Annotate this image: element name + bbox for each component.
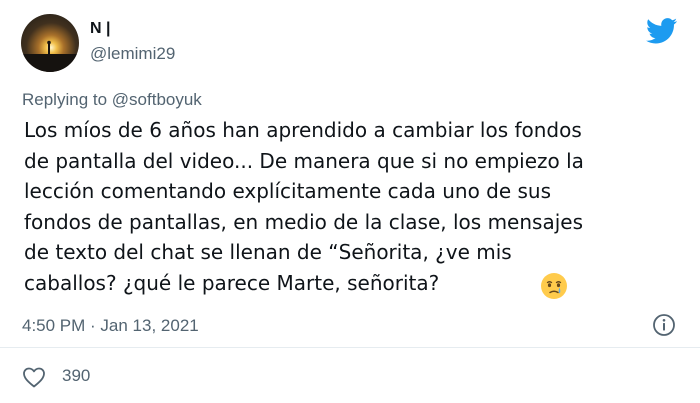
- info-icon[interactable]: [652, 313, 676, 337]
- divider: [0, 347, 700, 348]
- tweet-text-line: fondos de pantallas, en medio de la clas…: [24, 209, 583, 234]
- reply-mention-link[interactable]: @softboyuk: [112, 90, 202, 109]
- tweet-text-line: caballos? ¿qué le parece Marte, señorita…: [24, 270, 440, 295]
- tweet-text: Los míos de 6 años han aprendido a cambi…: [24, 115, 684, 298]
- username[interactable]: @lemimi29: [90, 44, 175, 64]
- tweet-text-line: lección comentando explícitamente cada u…: [24, 179, 552, 203]
- face-holding-back-tears-icon: [541, 273, 567, 299]
- replying-to: Replying to @softboyuk: [22, 90, 202, 110]
- tweet-text-line: Los míos de 6 años han aprendido a cambi…: [24, 118, 582, 142]
- tweet-card: N | @lemimi29 Replying to @softboyuk Los…: [0, 0, 700, 403]
- avatar[interactable]: [21, 14, 79, 72]
- tweet-text-line: de texto del chat se llenan de “Señorita…: [24, 240, 512, 264]
- like-count: 390: [62, 366, 91, 385]
- tweet-text-line: de pantalla del video... De manera que s…: [24, 148, 584, 173]
- display-name[interactable]: N |: [90, 20, 110, 38]
- replying-prefix: Replying to: [22, 90, 112, 109]
- twitter-bird-icon[interactable]: [646, 18, 678, 44]
- heart-icon[interactable]: [22, 366, 46, 388]
- tweet-timestamp[interactable]: 4:50 PM · Jan 13, 2021: [22, 316, 199, 336]
